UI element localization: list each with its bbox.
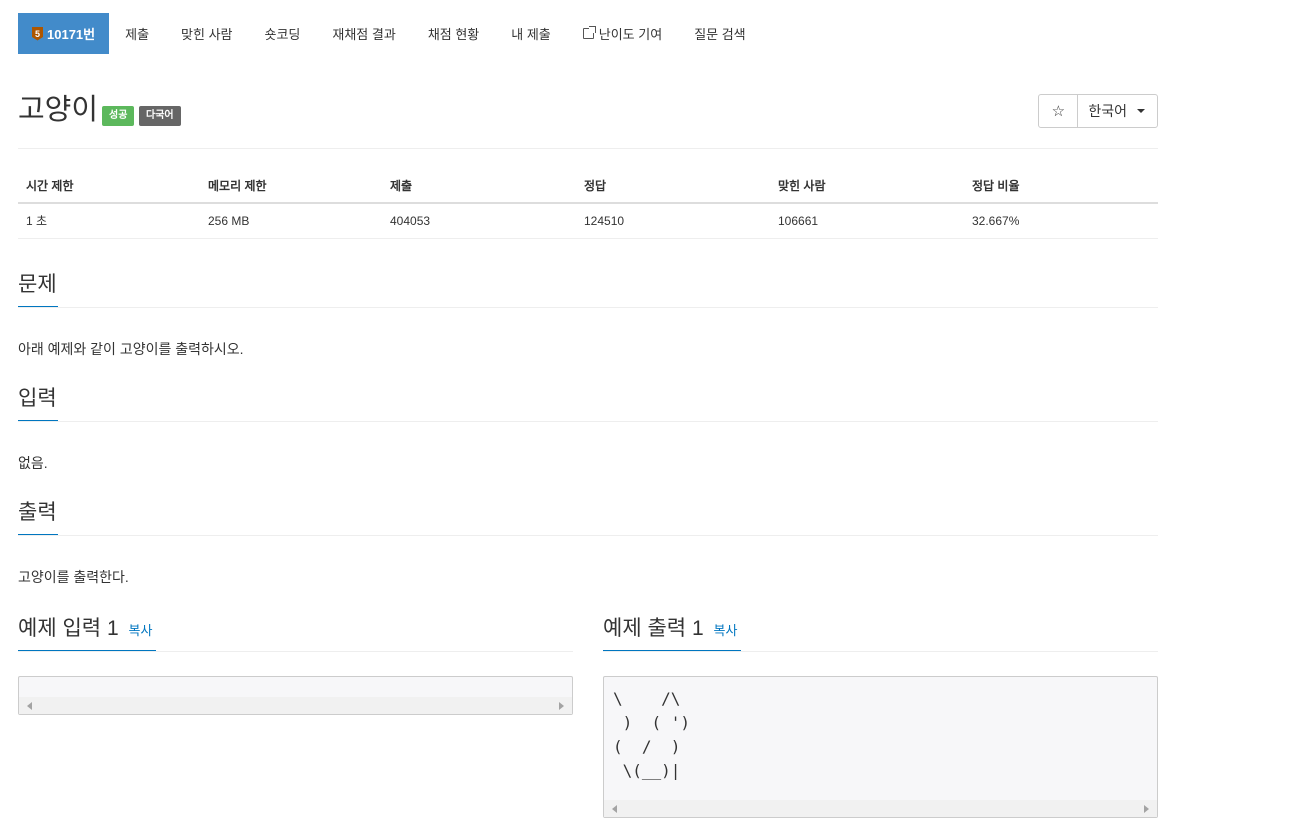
sample-input-box[interactable] [18,676,573,715]
header-memory-limit: 메모리 제한 [200,168,382,204]
input-heading-rule [18,421,1158,422]
problem-description-text: 아래 예제와 같이 고양이를 출력하시오. [18,341,244,357]
sample-output-copy-button[interactable]: 복사 [714,623,738,638]
header-time-limit: 시간 제한 [18,168,200,204]
multilingual-badge[interactable]: 다국어 [139,106,181,126]
sample-output-scrollbar[interactable] [604,800,1157,817]
scroll-left-icon[interactable] [27,702,32,710]
nav-short-coding[interactable]: 숏코딩 [249,13,317,54]
language-dropdown[interactable]: 한국어 [1078,95,1157,127]
problem-heading: 문제 [18,273,57,296]
sample-output-header: 예제 출력 1 복사 [603,614,1158,654]
problem-heading-rule [18,307,1158,308]
sample-output-rule [603,651,1158,652]
nav-difficulty-label: 난이도 기여 [598,27,663,42]
bronze-tier-icon: 5 [32,26,43,41]
output-section: 출력 고양이를 출력한다. [18,498,1158,588]
table-header-row: 시간 제한 메모리 제한 제출 정답 맞힌 사람 정답 비율 [18,168,1158,204]
star-button[interactable]: ☆ [1039,95,1079,127]
problem-info-table: 시간 제한 메모리 제한 제출 정답 맞힌 사람 정답 비율 1 초 256 M… [18,168,1158,239]
external-link-icon [582,26,596,39]
time-limit-value: 1 초 [18,203,200,239]
scroll-left-icon[interactable] [612,805,617,813]
sample-output-box[interactable]: \ /\ ) ( ') ( / ) \(__)| [603,676,1158,818]
caret-down-icon [1137,109,1145,113]
sample-input-text [19,677,572,697]
sample-input-copy-button[interactable]: 복사 [129,623,153,638]
nav-difficulty-contribution[interactable]: 난이도 기여 [567,13,678,54]
output-heading: 출력 [18,501,57,524]
language-label: 한국어 [1088,103,1127,119]
sample-input-scrollbar[interactable] [19,697,572,714]
memory-limit-value: 256 MB [200,203,382,239]
accepted-value: 124510 [576,203,770,239]
problem-description-section: 문제 아래 예제와 같이 고양이를 출력하시오. [18,270,1158,360]
output-heading-rule [18,535,1158,536]
nav-rejudge-results[interactable]: 재채점 결과 [316,13,411,54]
header-accepted: 정답 [576,168,770,204]
nav-judge-status[interactable]: 채점 현황 [412,13,495,54]
star-icon: ☆ [1051,103,1066,120]
accept-rate-value: 32.667% [964,203,1158,239]
title-divider [18,148,1158,149]
title-controls: ☆ 한국어 [1038,94,1158,128]
nav-my-submissions[interactable]: 내 제출 [495,13,567,54]
scroll-right-icon[interactable] [1144,805,1149,813]
input-description-text: 없음. [18,455,48,471]
sample-input-header: 예제 입력 1 복사 [18,614,573,654]
problem-nav: 5 10171번 제출 맞힌 사람 숏코딩 재채점 결과 채점 현황 내 제출 … [18,13,762,54]
nav-submit[interactable]: 제출 [109,13,165,54]
nav-solved-users[interactable]: 맞힌 사람 [165,13,248,54]
sample-input-heading: 예제 입력 1 [18,617,119,640]
nav-question-search[interactable]: 질문 검색 [678,13,761,54]
table-row: 1 초 256 MB 404053 124510 106661 32.667% [18,203,1158,239]
title-row: 고양이 성공 다국어 ☆ 한국어 [18,92,1158,132]
nav-problem-tab[interactable]: 5 10171번 [18,13,110,54]
scroll-right-icon[interactable] [559,702,564,710]
header-accept-rate: 정답 비율 [964,168,1158,204]
submissions-value: 404053 [382,203,576,239]
sample-output-heading: 예제 출력 1 [603,617,704,640]
input-section: 입력 없음. [18,384,1158,474]
output-description-text: 고양이를 출력한다. [18,569,129,585]
header-submissions: 제출 [382,168,576,204]
input-heading: 입력 [18,387,57,410]
page-title: 고양이 [18,94,99,126]
sample-input-rule [18,651,573,652]
sample-output-text: \ /\ ) ( ') ( / ) \(__)| [613,689,691,780]
problem-number-label: 10171번 [47,27,96,42]
solved-users-value: 106661 [770,203,964,239]
status-badge-success: 성공 [102,106,135,126]
header-solved-users: 맞힌 사람 [770,168,964,204]
